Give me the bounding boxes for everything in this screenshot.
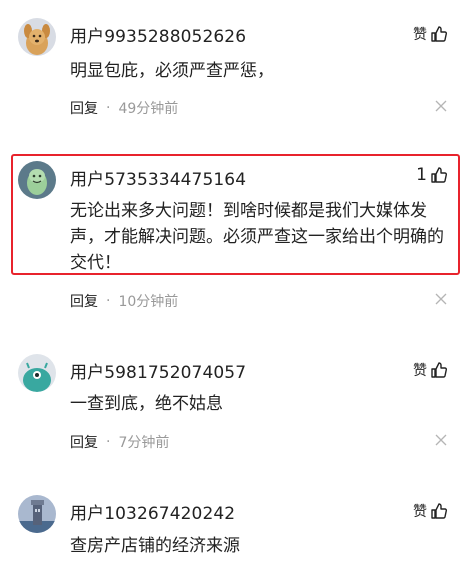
reply-button[interactable]: 回复 [70,291,98,311]
comment-meta: 回复 · 7分钟前 [70,432,169,452]
user-avatar[interactable] [18,18,56,56]
tower-avatar-icon [18,495,56,533]
separator-dot: · [106,293,111,309]
user-avatar[interactable] [18,354,56,392]
separator-dot: · [106,100,111,116]
reply-button[interactable]: 回复 [70,432,98,452]
thumbs-up-icon [431,26,448,42]
timestamp: 10分钟前 [118,294,179,310]
comment-meta: 回复 · 49分钟前 [70,98,178,118]
comment-text: 无论出来多大问题！到啥时候都是我们大媒体发声，才能解决问题。必须严查这一家给出个… [70,201,444,273]
comment-text: 明显包庇，必须严查严惩， [70,61,274,81]
timestamp: 7分钟前 [118,435,170,451]
user-avatar[interactable] [18,161,56,199]
username[interactable]: 用户5981752074057 [70,358,246,383]
reply-button[interactable]: 回复 [70,98,98,118]
like-label: 赞 [413,27,427,43]
like-label: 赞 [413,504,427,520]
comment-text: 查房产店铺的经济来源 [70,536,240,556]
username[interactable]: 用户103267420242 [70,499,235,524]
like-button[interactable]: 赞 [413,24,448,44]
close-icon[interactable] [435,434,447,446]
like-button[interactable]: 1 [416,165,448,185]
comment-meta: 回复 · 10分钟前 [70,291,178,311]
username[interactable]: 用户9935288052626 [70,22,246,47]
dog-avatar-icon [18,18,56,56]
thumbs-up-icon [431,503,448,519]
like-label: 赞 [413,363,427,379]
thumbs-up-icon [431,167,448,183]
green-character-avatar-icon [18,161,56,199]
teal-monster-avatar-icon [18,354,56,392]
close-icon[interactable] [435,293,447,305]
like-button[interactable]: 赞 [413,360,448,380]
comment-text: 一查到底，绝不姑息 [70,394,223,414]
username[interactable]: 用户5735334475164 [70,165,246,190]
thumbs-up-icon [431,362,448,378]
user-avatar[interactable] [18,495,56,533]
like-count: 1 [416,165,427,185]
close-icon[interactable] [435,100,447,112]
separator-dot: · [106,434,111,450]
timestamp: 49分钟前 [118,101,179,117]
like-button[interactable]: 赞 [413,501,448,521]
